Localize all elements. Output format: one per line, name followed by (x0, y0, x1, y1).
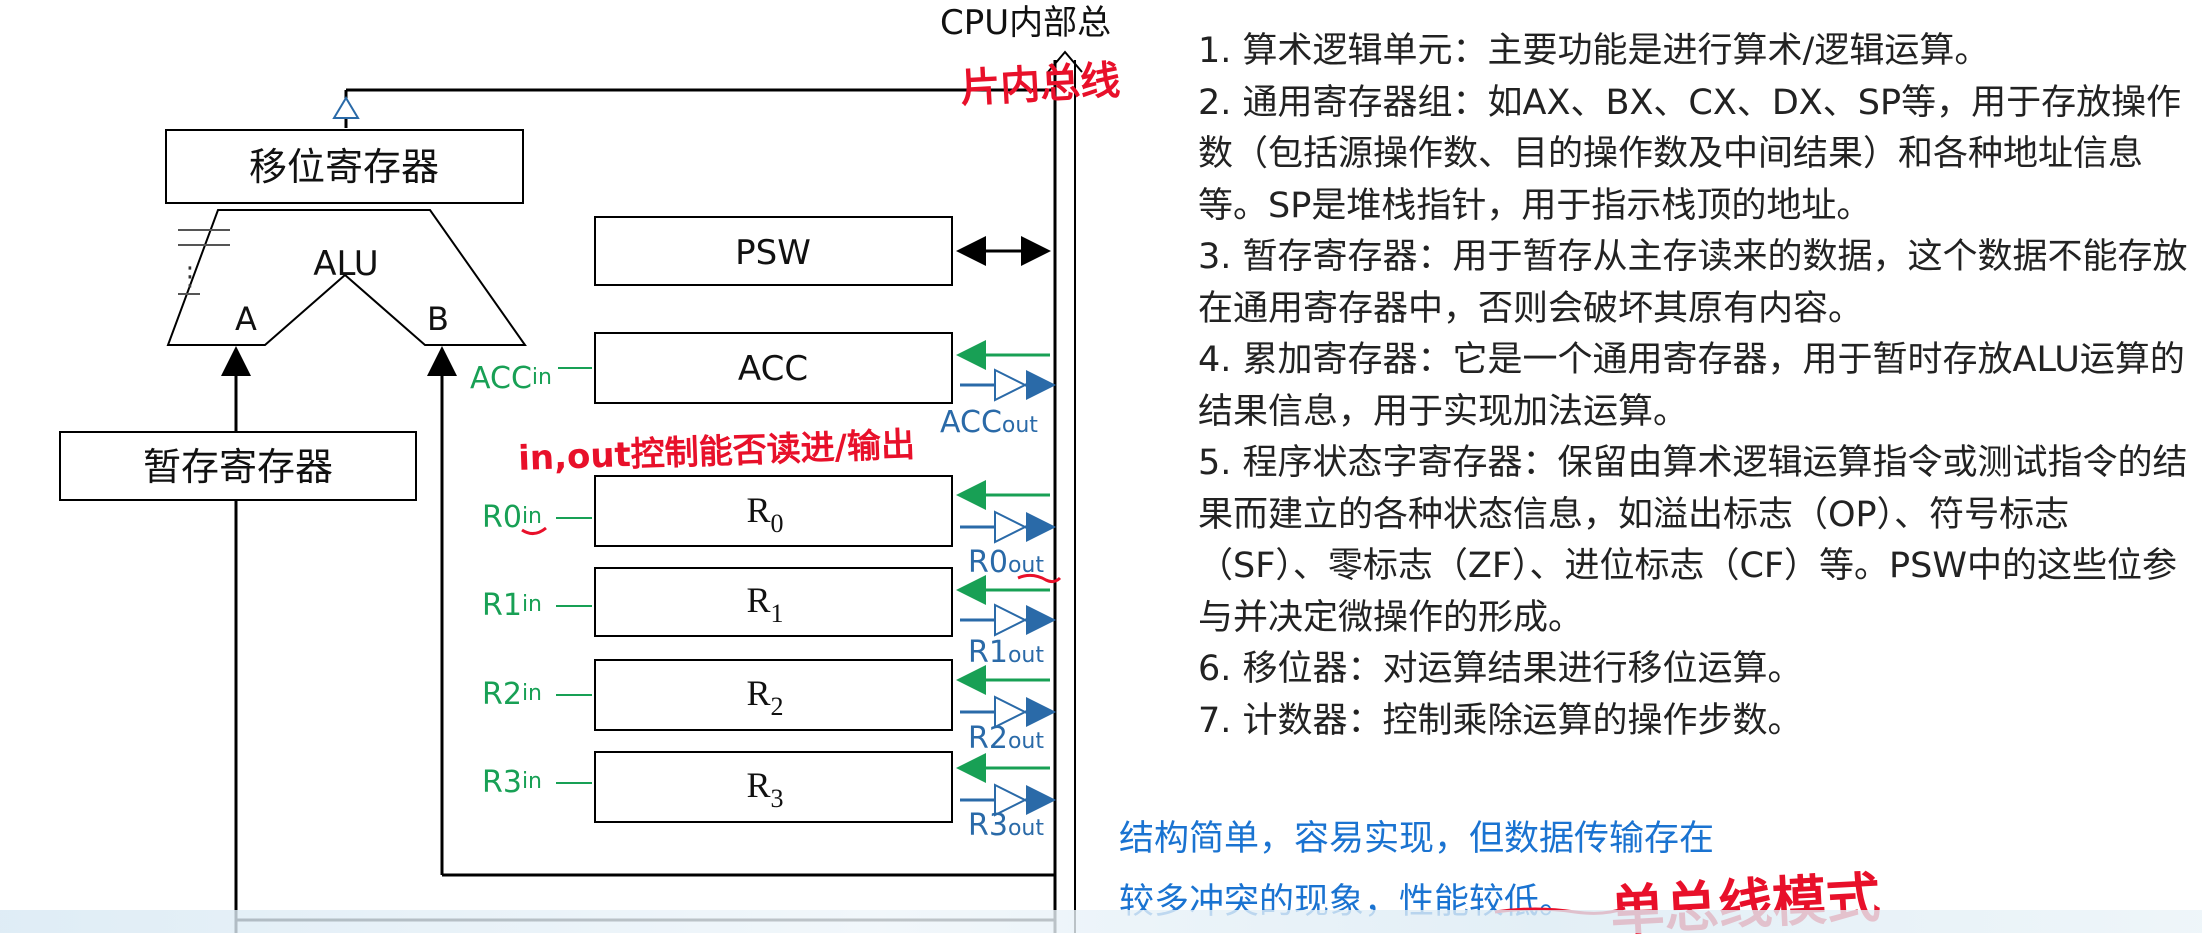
r1-in-label: R1in (482, 588, 542, 623)
r3-in-label: R3in (482, 765, 542, 800)
summary-line: 结构简单，容易实现，但数据传输存在 (1119, 819, 1715, 859)
r0-io-arrows (956, 480, 1056, 544)
acc-in-label: ACCin (470, 361, 552, 396)
r2-out-label: R2out (968, 721, 1044, 756)
alu-input-a-label: A (235, 300, 257, 338)
r0-in-label: R0in (482, 500, 542, 535)
component-notes: 1. 算术逻辑单元：主要功能是进行算术/逻辑运算。 2. 通用寄存器组：如AX、… (1198, 26, 2198, 747)
r3-out-label: R3out (968, 808, 1044, 843)
bus-label: CPU内部总线 (940, 3, 1110, 43)
r2-io-arrows (956, 665, 1056, 729)
note-item: 4. 累加寄存器：它是一个通用寄存器，用于暂时存放ALU运算的结果信息，用于实现… (1198, 340, 2185, 432)
alu-label: ALU (313, 244, 378, 284)
bottom-decoration-strip (0, 910, 2202, 933)
r1-out-label: R1out (968, 635, 1044, 670)
shifter-to-bus-line (332, 88, 1055, 128)
acc-io-arrows (956, 340, 1056, 402)
alu-input-b-label: B (427, 300, 449, 338)
r1-io-arrows (956, 575, 1056, 637)
svg-text:⋮: ⋮ (177, 262, 203, 292)
acc-label: ACC (738, 349, 808, 389)
note-item: 5. 程序状态字寄存器：保留由算术逻辑运算指令或测试指令的结果而建立的各种状态信… (1198, 443, 2188, 638)
acc-out-label: ACCout (940, 405, 1038, 440)
shift-register-label: 移位寄存器 (249, 145, 439, 189)
cpu-internal-bus (1047, 50, 1083, 933)
note-item: 1. 算术逻辑单元：主要功能是进行算术/逻辑运算。 (1198, 31, 1990, 71)
psw-label: PSW (735, 233, 811, 273)
temp-register-label: 暂存寄存器 (143, 445, 333, 489)
note-item: 6. 移位器：对运算结果进行移位运算。 (1198, 649, 1803, 689)
note-item: 7. 计数器：控制乘除运算的操作步数。 (1198, 700, 1803, 741)
note-item: 3. 暂存寄存器：用于暂存从主存读来的数据，这个数据不能存放在通用寄存器中，否则… (1198, 237, 2188, 329)
handwritten-bus-note: 片内总线 (959, 57, 1122, 113)
r2-in-label: R2in (482, 677, 542, 712)
note-item: 2. 通用寄存器组：如AX、BX、CX、DX、SP等，用于存放操作数（包括源操作… (1198, 82, 2182, 226)
